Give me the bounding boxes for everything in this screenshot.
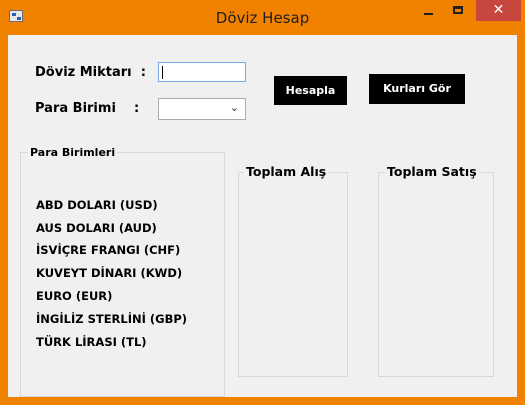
total-sell-title: Toplam Satış — [385, 164, 479, 179]
total-buy-group — [238, 172, 348, 377]
currency-item: KUVEYT DİNARI (KWD) — [36, 266, 183, 280]
calculate-button[interactable]: Hesapla — [274, 76, 347, 105]
close-icon: ✕ — [492, 2, 505, 18]
currency-item: AUS DOLARI (AUD) — [36, 221, 157, 235]
chevron-down-icon: ⌄ — [229, 101, 239, 114]
currency-item: ABD DOLARI (USD) — [36, 198, 158, 212]
app-window: Döviz Hesap ✕ Döviz Miktarı : Para Birim… — [0, 0, 525, 405]
minimize-icon — [424, 13, 433, 15]
currency-item: İSVİÇRE FRANGI (CHF) — [36, 243, 181, 257]
title-bar[interactable]: Döviz Hesap ✕ — [0, 0, 525, 34]
text-caret — [162, 66, 163, 79]
close-button[interactable]: ✕ — [476, 0, 521, 21]
maximize-icon — [453, 6, 463, 14]
currency-item: EURO (EUR) — [36, 289, 113, 303]
maximize-button[interactable] — [445, 0, 472, 21]
minimize-button[interactable] — [415, 0, 442, 21]
amount-label: Döviz Miktarı : — [35, 65, 146, 80]
form-client-area: Döviz Miktarı : Para Birimi : ⌄ Hesapla … — [8, 35, 517, 397]
show-rates-button[interactable]: Kurları Gör — [369, 74, 465, 104]
amount-input[interactable] — [158, 62, 246, 82]
currency-item: TÜRK LİRASI (TL) — [36, 335, 147, 349]
total-buy-title: Toplam Alış — [244, 164, 329, 179]
currency-select[interactable]: ⌄ — [158, 98, 246, 120]
total-sell-group — [378, 172, 494, 377]
currency-item: İNGİLİZ STERLİNİ (GBP) — [36, 312, 188, 326]
currency-label: Para Birimi : — [35, 101, 140, 116]
currencies-group-title: Para Birimleri — [28, 146, 118, 159]
